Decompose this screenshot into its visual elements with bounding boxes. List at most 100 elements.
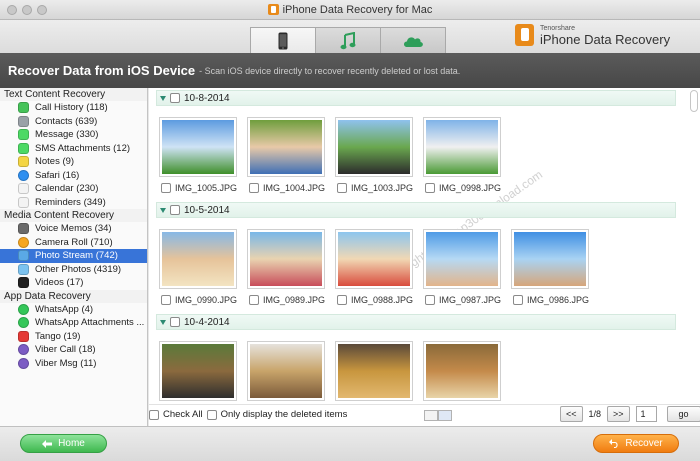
scrollbar[interactable] xyxy=(690,90,698,112)
photo-checkbox[interactable] xyxy=(425,295,435,305)
sidebar-item[interactable]: WhatsApp (4) xyxy=(0,303,147,317)
photo-item[interactable]: IMG_0998.JPG xyxy=(423,117,501,193)
sidebar-item[interactable]: WhatsApp Attachments ... xyxy=(0,316,147,330)
sidebar-item[interactable]: Notes (9) xyxy=(0,155,147,169)
photo-thumbnail[interactable] xyxy=(247,229,325,289)
sidebar-item-label: Notes (9) xyxy=(35,156,75,168)
photo-item[interactable]: IMG_0989.JPG xyxy=(247,229,325,305)
tab-itunes-backup[interactable] xyxy=(315,27,381,53)
date-group-header[interactable]: 10-4-2014 xyxy=(156,314,676,330)
photo-item[interactable]: IMG_1005.JPG xyxy=(159,117,237,193)
sidebar-item[interactable]: Viber Call (18) xyxy=(0,343,147,357)
brand-product: iPhone Data Recovery xyxy=(540,31,671,47)
photo-checkbox[interactable] xyxy=(513,295,523,305)
sidebar-item[interactable]: Call History (118) xyxy=(0,101,147,115)
sidebar-section-header: Media Content Recovery xyxy=(0,209,147,222)
date-group-header[interactable]: 10-8-2014 xyxy=(156,90,676,106)
sidebar-item[interactable]: Photo Stream (742) xyxy=(0,249,147,263)
photo-filename: IMG_1004.JPG xyxy=(263,183,326,193)
photo-item[interactable]: IMG_0988.JPG xyxy=(335,229,413,305)
photo-item[interactable] xyxy=(159,341,237,401)
sidebar-item-label: WhatsApp (4) xyxy=(35,303,94,315)
phone-icon xyxy=(278,32,288,49)
only-deleted-checkbox[interactable] xyxy=(206,409,217,420)
window-title: iPhone Data Recovery for Mac xyxy=(282,3,433,16)
photo-thumbnail[interactable] xyxy=(423,117,501,177)
photo-thumbnail[interactable] xyxy=(335,229,413,289)
close-window-button[interactable] xyxy=(7,5,17,15)
tab-icloud-backup[interactable] xyxy=(380,27,446,53)
sidebar-item[interactable]: SMS Attachments (12) xyxy=(0,142,147,156)
photo-checkbox[interactable] xyxy=(161,295,171,305)
photo-item[interactable]: IMG_0987.JPG xyxy=(423,229,501,305)
photo-checkbox[interactable] xyxy=(249,295,259,305)
tab-ios-device[interactable] xyxy=(250,27,316,53)
photo-checkbox[interactable] xyxy=(337,183,347,193)
collapse-triangle-icon[interactable] xyxy=(160,95,166,101)
sidebar-item[interactable]: Safari (16) xyxy=(0,169,147,183)
photo-thumbnail[interactable] xyxy=(159,341,237,401)
photo-filename: IMG_1003.JPG xyxy=(351,183,414,193)
sidebar-item[interactable]: Calendar (230) xyxy=(0,182,147,196)
check-all-checkbox[interactable] xyxy=(149,409,159,420)
photo-thumbnail[interactable] xyxy=(247,341,325,401)
photo-item[interactable]: IMG_0990.JPG xyxy=(159,229,237,305)
photo-item[interactable] xyxy=(423,341,501,401)
list-view-icon[interactable] xyxy=(424,410,438,421)
photo-item[interactable]: IMG_1003.JPG xyxy=(335,117,413,193)
photo-image xyxy=(426,344,498,398)
date-group-checkbox[interactable] xyxy=(170,205,180,215)
date-group-header[interactable]: 10-5-2014 xyxy=(156,202,676,218)
sidebar-item[interactable]: Voice Memos (34) xyxy=(0,222,147,236)
viber-call-icon xyxy=(18,344,29,356)
photo-item[interactable]: IMG_1004.JPG xyxy=(247,117,325,193)
sidebar-item[interactable]: Message (330) xyxy=(0,128,147,142)
sidebar-item[interactable]: Videos (17) xyxy=(0,276,147,290)
sidebar: Text Content Recovery Call History (118) C… xyxy=(0,88,148,426)
photo-checkbox[interactable] xyxy=(161,183,171,193)
photo-thumbnail[interactable] xyxy=(511,229,589,289)
photo-thumbnail[interactable] xyxy=(335,117,413,177)
sidebar-item[interactable]: Tango (19) xyxy=(0,330,147,344)
next-page-button[interactable]: >> xyxy=(607,406,630,422)
photo-thumbnail[interactable] xyxy=(159,117,237,177)
photo-item[interactable] xyxy=(247,341,325,401)
grid-view-icon[interactable] xyxy=(438,410,452,421)
date-group-checkbox[interactable] xyxy=(170,317,180,327)
photo-checkbox[interactable] xyxy=(425,183,435,193)
photo-checkbox[interactable] xyxy=(337,295,347,305)
photo-thumbnail[interactable] xyxy=(423,229,501,289)
photo-item[interactable] xyxy=(335,341,413,401)
prev-page-button[interactable]: << xyxy=(560,406,583,422)
photo-checkbox[interactable] xyxy=(249,183,259,193)
sidebar-item[interactable]: Viber Msg (11) xyxy=(0,357,147,371)
photo-item[interactable]: IMG_0986.JPG xyxy=(511,229,589,305)
photo-thumbnail[interactable] xyxy=(423,341,501,401)
home-button[interactable]: Home xyxy=(20,434,107,453)
photo-thumbnail[interactable] xyxy=(159,229,237,289)
go-button[interactable]: go xyxy=(666,406,700,422)
contacts-icon xyxy=(18,115,29,127)
sidebar-item[interactable]: Other Photos (4319) xyxy=(0,263,147,277)
voice-memo-icon xyxy=(18,223,29,235)
collapse-triangle-icon[interactable] xyxy=(160,319,166,325)
sidebar-item[interactable]: Contacts (639) xyxy=(0,115,147,129)
pagination: << 1/8 >> 1 go xyxy=(560,406,700,422)
zoom-window-button[interactable] xyxy=(37,5,47,15)
recover-button[interactable]: Recover xyxy=(593,434,679,453)
viber-msg-icon xyxy=(18,357,29,369)
photo-filename: IMG_0990.JPG xyxy=(175,295,238,305)
date-group-checkbox[interactable] xyxy=(170,93,180,103)
other-photos-icon xyxy=(18,263,29,275)
page-number-input[interactable]: 1 xyxy=(635,406,657,422)
sidebar-item[interactable]: Camera Roll (710) xyxy=(0,236,147,250)
photo-thumbnail[interactable] xyxy=(247,117,325,177)
phone-call-icon xyxy=(18,102,29,114)
sidebar-item-label: SMS Attachments (12) xyxy=(35,142,131,154)
collapse-triangle-icon[interactable] xyxy=(160,207,166,213)
minimize-window-button[interactable] xyxy=(22,5,32,15)
window-controls[interactable] xyxy=(7,5,47,15)
sidebar-item[interactable]: Reminders (349) xyxy=(0,196,147,210)
camera-roll-icon xyxy=(18,236,29,248)
photo-thumbnail[interactable] xyxy=(335,341,413,401)
